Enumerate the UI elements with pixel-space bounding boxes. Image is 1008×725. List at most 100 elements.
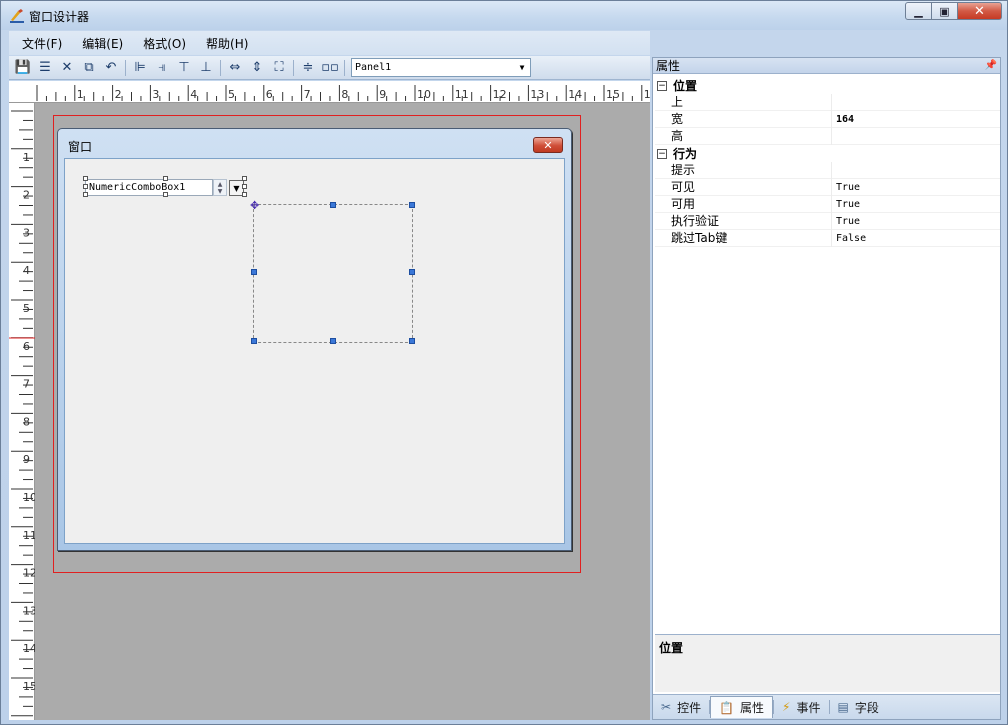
properties-icon: 📋 <box>719 700 735 715</box>
property-name: 上 <box>655 93 832 111</box>
property-category[interactable]: − 位置 <box>655 77 1000 94</box>
tab-properties[interactable]: 📋 属性 <box>710 696 774 718</box>
copy-button[interactable]: ⧉ <box>78 58 100 78</box>
ruler-label: 10 <box>23 491 35 504</box>
ruler-label: 9 <box>379 88 386 101</box>
tab-tools[interactable]: ✂ 控件 <box>653 696 709 718</box>
property-row[interactable]: 提示 <box>655 161 1000 179</box>
component-select-value: Panel1 <box>355 62 392 73</box>
resize-handle[interactable] <box>409 202 415 208</box>
save-button[interactable]: 💾 <box>12 58 34 78</box>
resize-handle[interactable] <box>251 338 257 344</box>
panel-control[interactable] <box>253 204 413 343</box>
property-category[interactable]: − 行为 <box>655 145 1000 162</box>
property-row[interactable]: 上 <box>655 93 1000 111</box>
property-description-title: 位置 <box>659 641 684 655</box>
ruler-label: 6 <box>23 340 30 353</box>
properties-panel: 属性 📌 − 位置上宽 164 高 − 行为 提示 可见 True 可用 True 执行验证 True 跳… <box>652 57 1001 720</box>
selection-handle[interactable] <box>163 176 168 181</box>
maximize-button[interactable]: ▣ <box>932 2 958 20</box>
toolbar-separator <box>293 59 294 76</box>
spin-buttons[interactable]: ▲ ▼ <box>213 179 227 196</box>
same-width-button[interactable]: ⇔ <box>224 58 246 78</box>
same-height-button[interactable]: ⇕ <box>246 58 268 78</box>
selection-handle[interactable] <box>163 192 168 197</box>
menu-file[interactable]: 文件(F) <box>12 35 72 52</box>
property-row[interactable]: 执行验证 True <box>655 212 1000 230</box>
vertical-spacing-icon: ≑ <box>302 60 314 75</box>
menu-edit[interactable]: 编辑(E) <box>72 35 133 52</box>
component-select[interactable]: Panel1 ▼ <box>351 58 531 77</box>
panel-tabs: ✂ 控件 📋 属性 ⚡ 事件 ▤ 字段 <box>653 694 1000 719</box>
resize-handle[interactable] <box>409 338 415 344</box>
ruler-label: 14 <box>568 88 582 101</box>
ruler-label: 13 <box>530 88 544 101</box>
align-left-button[interactable]: ⊫ <box>129 58 151 78</box>
ruler-label: 1 <box>77 88 84 101</box>
align-top-button[interactable]: ⊤ <box>173 58 195 78</box>
ruler-label: 9 <box>23 453 30 466</box>
resize-handle[interactable] <box>330 338 336 344</box>
property-name: 执行验证 <box>655 212 832 230</box>
horizontal-ruler-ticks: 12345678910111213141516 <box>36 85 658 101</box>
selection-handle[interactable] <box>242 176 247 181</box>
minimize-button[interactable]: ▁ <box>905 2 932 20</box>
move-icon[interactable]: ✥ <box>250 200 261 211</box>
copy-icon: ⧉ <box>84 60 94 75</box>
pin-icon[interactable]: 📌 <box>985 60 997 71</box>
property-row[interactable]: 高 <box>655 127 1000 145</box>
tab-lightning[interactable]: ⚡ 事件 <box>774 696 828 718</box>
ruler-label: 12 <box>493 88 507 101</box>
ruler-label: 4 <box>190 88 197 101</box>
property-value[interactable]: 164 <box>832 114 854 125</box>
property-value[interactable]: True <box>832 216 860 227</box>
tab-order-icon: ☰ <box>39 60 51 75</box>
menu-help[interactable]: 帮助(H) <box>196 35 258 52</box>
property-row[interactable]: 可用 True <box>655 195 1000 213</box>
form-title: 窗口 <box>68 140 93 154</box>
resize-handle[interactable] <box>409 269 415 275</box>
align-bottom-button[interactable]: ⊥ <box>195 58 217 78</box>
selection-handle[interactable] <box>242 192 247 197</box>
vertical-spacing-button[interactable]: ≑ <box>297 58 319 78</box>
property-row[interactable]: 可见 True <box>655 178 1000 196</box>
property-name: 提示 <box>655 161 832 179</box>
property-value[interactable]: True <box>832 182 860 193</box>
property-value[interactable]: True <box>832 199 860 210</box>
numeric-combo-text: NumericComboBox1 <box>89 182 186 193</box>
tab-fields[interactable]: ▤ 字段 <box>830 696 887 718</box>
selection-handle[interactable] <box>83 176 88 181</box>
app-icon <box>10 9 24 23</box>
vertical-ruler: 1 2 3 4 5 6 7 8 9 10 11 12 13 14 15 <box>9 103 37 720</box>
property-value[interactable]: False <box>832 233 866 244</box>
tab-label: 字段 <box>854 700 879 715</box>
tab-order-button[interactable]: ☰ <box>34 58 56 78</box>
menu-format[interactable]: 格式(O) <box>133 35 196 52</box>
collapse-icon[interactable]: − <box>657 148 667 159</box>
selection-handle[interactable] <box>83 184 88 189</box>
numeric-combo-box[interactable]: NumericComboBox1 <box>85 179 213 196</box>
property-row[interactable]: 跳过Tab键 False <box>655 229 1000 247</box>
properties-header: 属性 📌 <box>653 58 1000 74</box>
ruler-label: 15 <box>23 680 35 693</box>
save-icon: 💾 <box>14 60 32 75</box>
form-close-button[interactable]: ✕ <box>533 137 563 153</box>
property-row[interactable]: 宽 164 <box>655 110 1000 128</box>
property-name: 可见 <box>655 178 832 196</box>
app-window: 窗口设计器 ▁ ▣ ✕ 文件(F) 编辑(E) 格式(O) 帮助(H) 💾 ☰ … <box>0 0 1008 725</box>
selection-handle[interactable] <box>83 192 88 197</box>
collapse-icon[interactable]: − <box>657 80 667 91</box>
resize-handle[interactable] <box>251 269 257 275</box>
delete-button[interactable]: ✕ <box>56 58 78 78</box>
selection-handle[interactable] <box>242 184 247 189</box>
same-size-button[interactable]: ⛶ <box>268 58 290 78</box>
horizontal-spacing-button[interactable]: ▫▫ <box>319 58 341 78</box>
align-right-button[interactable]: ⫣ <box>151 58 173 78</box>
ruler-label: 6 <box>266 88 273 101</box>
toolbar: 💾 ☰ ✕ ⧉ ↶ ⊫ ⫣ ⊤ ⊥ ⇔ ⇕ ⛶ ≑ ▫▫ Panel1 ▼ <box>9 56 650 80</box>
close-button[interactable]: ✕ <box>958 2 1002 20</box>
title-bar[interactable]: 窗口设计器 ▁ ▣ ✕ <box>1 1 1007 30</box>
undo-button[interactable]: ↶ <box>100 58 122 78</box>
same-size-icon: ⛶ <box>274 60 284 75</box>
resize-handle[interactable] <box>330 202 336 208</box>
